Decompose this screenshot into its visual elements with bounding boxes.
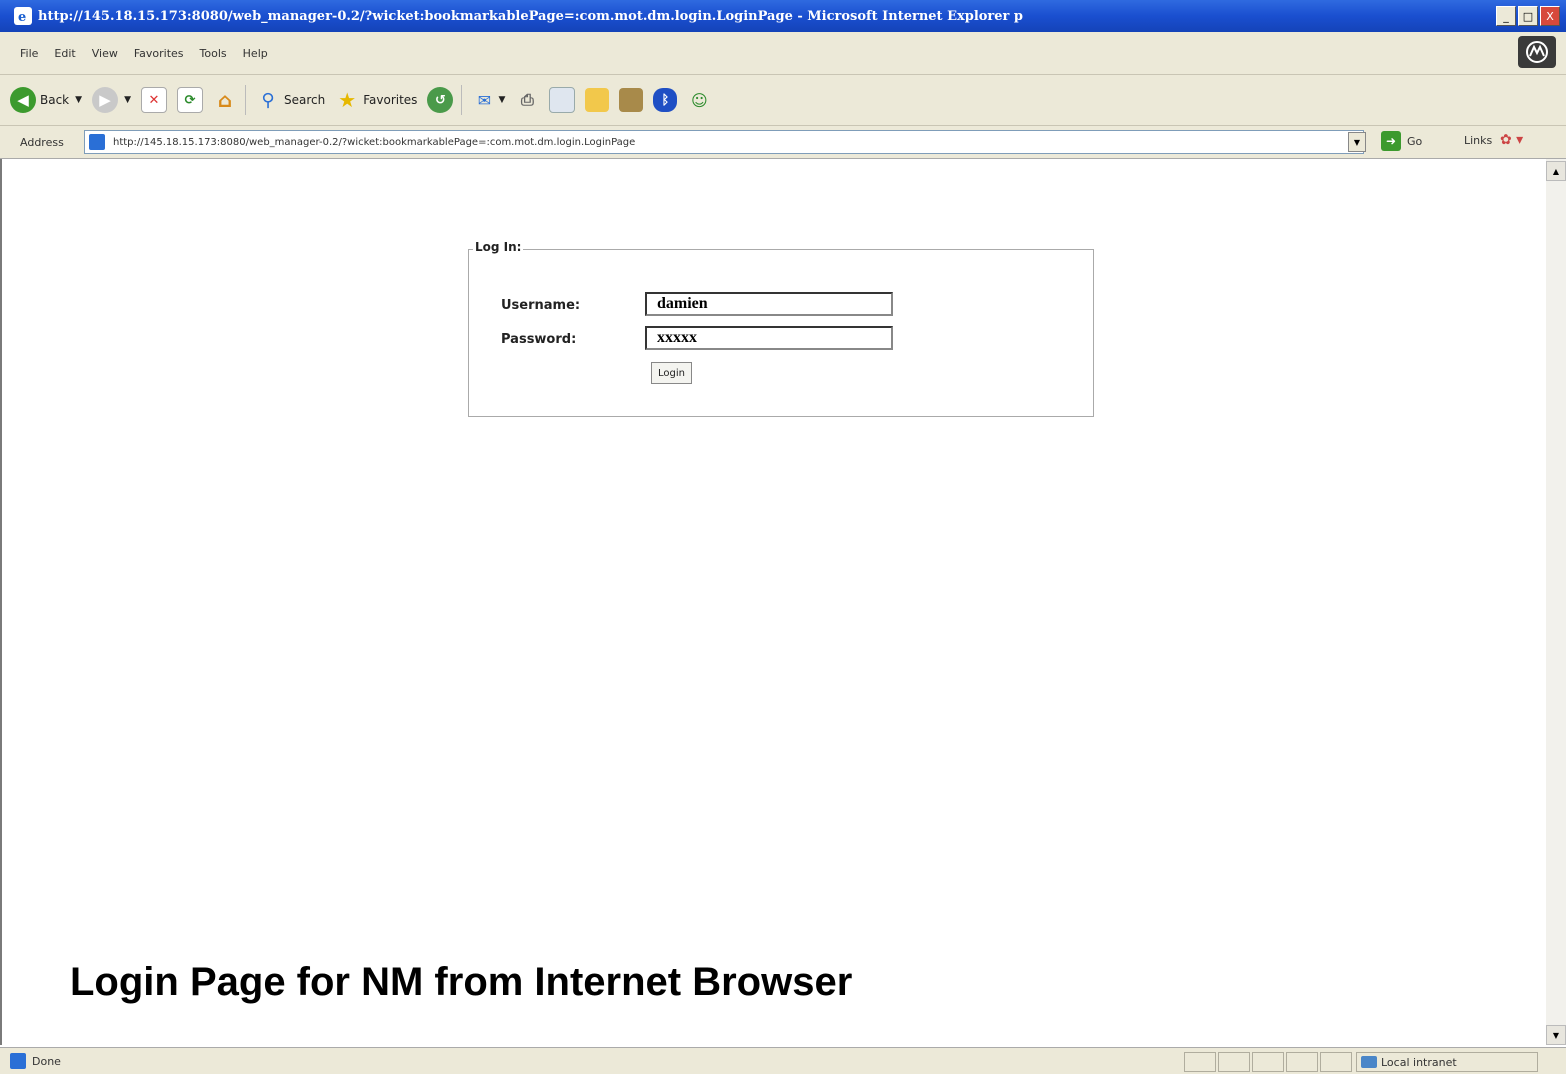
window-title: http://145.18.15.173:8080/web_manager-0.… [38, 8, 1024, 24]
status-panes [1184, 1052, 1352, 1072]
status-text: Done [32, 1054, 61, 1068]
favorites-star-icon: ★ [338, 88, 357, 112]
search-button[interactable]: ⚲ Search [256, 88, 325, 112]
status-pane [1252, 1052, 1284, 1072]
login-button[interactable]: Login [651, 362, 692, 384]
edit-button[interactable] [549, 87, 576, 113]
close-button[interactable]: X [1540, 6, 1560, 26]
ie-logo-icon: e [14, 7, 32, 25]
search-label: Search [283, 93, 326, 107]
forward-arrow-icon: ▶ [92, 87, 119, 113]
favorites-label: Favorites [363, 93, 418, 107]
back-button[interactable]: ◀ Back ▼ [10, 87, 82, 113]
book-icon [619, 88, 644, 112]
page-status-icon [10, 1053, 26, 1069]
mail-icon: ✉ [477, 90, 492, 110]
address-bar: Address ▼ ➜ Go Links ✿ ▾ [0, 126, 1566, 159]
forward-dropdown-icon[interactable]: ▼ [124, 95, 131, 105]
refresh-icon: ⟳ [176, 87, 203, 113]
stop-button[interactable]: ✕ [140, 87, 167, 113]
messenger-button[interactable]: ☺ [687, 88, 711, 112]
username-label: Username: [501, 298, 581, 313]
research-button[interactable] [619, 88, 644, 112]
print-icon: ⎙ [520, 90, 534, 109]
zone-label: Local intranet [1381, 1055, 1457, 1069]
bluetooth-icon: ᛒ [653, 88, 678, 112]
folder-button[interactable] [585, 88, 610, 112]
address-box [84, 130, 1364, 154]
menu-bar: File Edit View Favorites Tools Help [0, 32, 1566, 75]
username-input[interactable] [645, 292, 893, 316]
refresh-button[interactable]: ⟳ [176, 87, 203, 113]
security-zone: Local intranet [1356, 1052, 1538, 1072]
menu-help[interactable]: Help [243, 47, 268, 60]
status-pane [1184, 1052, 1216, 1072]
favorites-button[interactable]: ★ Favorites [335, 88, 417, 112]
status-pane [1218, 1052, 1250, 1072]
edit-icon [549, 87, 576, 113]
password-label: Password: [501, 332, 577, 347]
page-caption: Login Page for NM from Internet Browser [70, 960, 853, 1004]
menu-file[interactable]: File [20, 47, 38, 60]
motorola-logo-icon [1518, 36, 1556, 68]
window-controls: _ □ X [1496, 6, 1560, 26]
minimize-button[interactable]: _ [1496, 6, 1516, 26]
forward-button[interactable]: ▶ ▼ [92, 87, 131, 113]
search-icon: ⚲ [261, 89, 275, 111]
login-legend: Log In: [473, 240, 524, 254]
back-arrow-icon: ◀ [10, 87, 36, 113]
go-label: Go [1407, 134, 1423, 148]
svg-text:e: e [18, 10, 26, 23]
scroll-up-icon[interactable]: ▲ [1546, 161, 1566, 181]
history-button[interactable]: ↺ [427, 87, 454, 113]
links-extension-icon[interactable]: ✿ ▾ [1500, 132, 1523, 148]
vertical-scrollbar[interactable]: ▲ ▼ [1546, 159, 1566, 1045]
status-pane [1320, 1052, 1352, 1072]
menu-favorites[interactable]: Favorites [134, 47, 184, 60]
status-bar: Done Local intranet [0, 1047, 1566, 1074]
toolbar-separator [244, 85, 246, 115]
home-icon: ⌂ [217, 88, 233, 112]
history-icon: ↺ [427, 87, 454, 113]
stop-icon: ✕ [140, 87, 167, 113]
page-icon [89, 134, 105, 150]
page-content: Log In: Username: Password: Login Login … [0, 159, 1546, 1045]
address-label: Address [20, 135, 64, 149]
mail-button[interactable]: ✉ ▼ [472, 88, 506, 112]
menu-edit[interactable]: Edit [54, 47, 75, 60]
home-button[interactable]: ⌂ [213, 88, 237, 112]
password-input[interactable] [645, 326, 893, 350]
title-bar: e http://145.18.15.173:8080/web_manager-… [0, 0, 1566, 32]
status-pane [1286, 1052, 1318, 1072]
mail-dropdown-icon[interactable]: ▼ [498, 95, 505, 105]
intranet-icon [1361, 1056, 1377, 1068]
bluetooth-button[interactable]: ᛒ [653, 88, 678, 112]
back-label: Back [40, 93, 70, 107]
maximize-button[interactable]: □ [1518, 6, 1538, 26]
toolbar: ◀ Back ▼ ▶ ▼ ✕ ⟳ ⌂ ⚲ Search ★ Favorites … [0, 75, 1566, 126]
menu-view[interactable]: View [92, 47, 118, 60]
address-dropdown-icon[interactable]: ▼ [1348, 132, 1366, 152]
go-arrow-icon: ➜ [1381, 131, 1401, 151]
folder-icon [585, 88, 610, 112]
menu-tools[interactable]: Tools [200, 47, 227, 60]
toolbar-separator [461, 85, 463, 115]
back-dropdown-icon[interactable]: ▼ [75, 95, 82, 105]
scroll-down-icon[interactable]: ▼ [1546, 1025, 1566, 1045]
print-button[interactable]: ⎙ [515, 88, 539, 112]
login-form: Log In: Username: Password: Login [468, 240, 1094, 417]
go-button[interactable]: ➜ Go [1381, 131, 1422, 151]
messenger-icon: ☺ [691, 90, 708, 110]
address-input[interactable] [111, 135, 1315, 149]
links-button[interactable]: Links [1464, 134, 1492, 147]
